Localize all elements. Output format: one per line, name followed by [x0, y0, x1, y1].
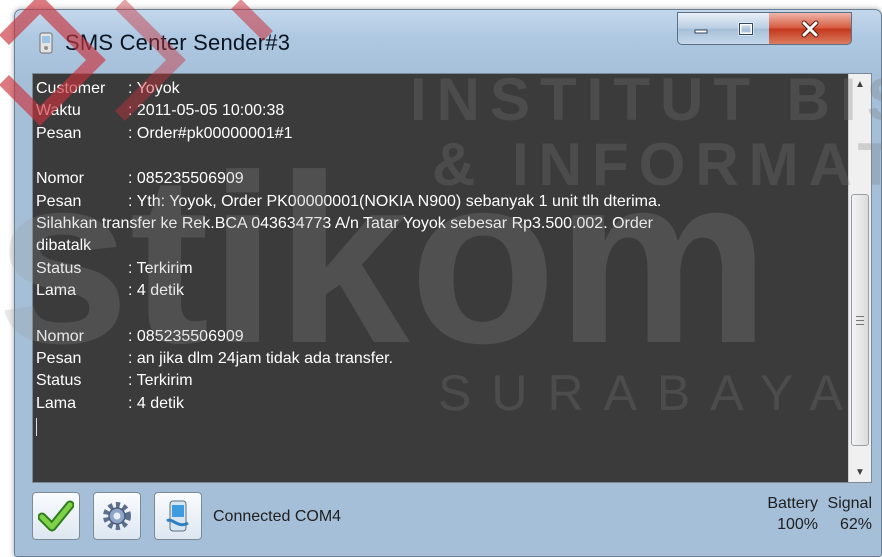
- minimize-icon: [694, 29, 708, 33]
- field-value: : 2011-05-05 10:00:38: [128, 102, 285, 120]
- scroll-thumb[interactable]: [851, 194, 869, 446]
- app-icon: [39, 32, 53, 54]
- grip-icon: [856, 315, 864, 325]
- app-window: SMS Center Sender#3 Customer : Yoyok Wakt…: [14, 9, 882, 557]
- field-value: : Yoyok: [128, 80, 180, 97]
- field-label: Pesan: [36, 124, 82, 142]
- field-value: : Terkirim: [128, 259, 193, 277]
- field-label: Status: [36, 372, 82, 390]
- field-value: : an jika dlm 24jam tidak ada transfer.: [128, 350, 394, 368]
- field-label: Pesan: [36, 192, 82, 210]
- message-log: Customer : Yoyok Waktu : 2011-05-05 10:00:…: [36, 78, 842, 437]
- gear-icon: [103, 502, 131, 530]
- log-line: Nomor : 085235506909: [36, 168, 842, 190]
- arrow-up-icon: ▲: [855, 78, 865, 90]
- message-log-area[interactable]: Customer : Yoyok Waktu : 2011-05-05 10:00:…: [32, 73, 872, 483]
- field-label: Nomor: [36, 170, 85, 188]
- connection-status: Connected COM4: [213, 508, 342, 525]
- phone-icon: [166, 500, 189, 532]
- log-line: Pesan : an jika dlm 24jam tidak ada trans…: [36, 348, 842, 370]
- text-caret: [36, 418, 37, 437]
- field-value: : 085235506909: [128, 327, 244, 345]
- log-line: Status : Terkirim: [36, 370, 842, 392]
- maximize-icon: [738, 22, 754, 35]
- field-label: Customer: [36, 80, 106, 97]
- field-label: Pesan: [36, 350, 82, 368]
- title-bar[interactable]: SMS Center Sender#3: [15, 10, 881, 68]
- phone-button[interactable]: [154, 492, 202, 540]
- log-line: Lama : 4 detik: [36, 280, 842, 302]
- log-line: Waktu : 2011-05-05 10:00:38: [36, 100, 842, 122]
- signal-value: 62%: [839, 516, 872, 533]
- log-line: Pesan : Order#pk00000001#1: [36, 123, 842, 145]
- scroll-up-button[interactable]: ▲: [849, 74, 871, 94]
- field-label: Lama: [36, 282, 77, 300]
- battery-value: 100%: [777, 516, 818, 533]
- field-value: : 4 detik: [128, 282, 185, 300]
- battery-label: Battery: [767, 495, 818, 512]
- field-label: Nomor: [36, 327, 85, 345]
- field-value: : Terkirim: [128, 372, 193, 390]
- log-line: Pesan : Yth: Yoyok, Order PK00000001(NOKI…: [36, 191, 842, 213]
- scroll-down-button[interactable]: ▼: [849, 462, 871, 482]
- signal-label: Signal: [827, 495, 872, 512]
- log-line: Status : Terkirim: [36, 258, 842, 280]
- vertical-scrollbar[interactable]: ▲ ▼: [848, 74, 871, 482]
- field-value: : Yth: Yoyok, Order PK00000001(NOKIA N90…: [128, 192, 662, 210]
- field-label: Status: [36, 259, 82, 277]
- log-line-wrapped: Silahkan transfer ke Rek.BCA 043634773 A…: [36, 215, 653, 233]
- field-value: : 4 detik: [128, 394, 185, 412]
- check-icon: [38, 500, 74, 532]
- status-bar: Connected COM4 Battery 100% Signal 62%: [32, 488, 872, 548]
- battery-meter: Battery 100%: [746, 493, 818, 535]
- signal-meter: Signal 62%: [822, 493, 872, 535]
- log-line: Customer : Yoyok: [36, 78, 842, 100]
- settings-button[interactable]: [93, 492, 141, 540]
- log-line-wrapped: dibatalk: [36, 237, 92, 255]
- window-title: SMS Center Sender#3: [65, 30, 291, 55]
- field-value: : Order#pk00000001#1: [128, 124, 293, 142]
- log-line: Lama : 4 detik: [36, 393, 842, 415]
- send-button[interactable]: [32, 492, 80, 540]
- field-label: Lama: [36, 394, 77, 412]
- minimize-button[interactable]: [677, 12, 725, 45]
- close-icon: [801, 20, 819, 37]
- arrow-down-icon: ▼: [855, 466, 865, 478]
- maximize-button[interactable]: [723, 12, 770, 45]
- field-label: Waktu: [36, 102, 81, 120]
- field-value: : 085235506909: [128, 170, 244, 188]
- close-button[interactable]: [769, 12, 852, 45]
- log-line: Nomor : 085235506909: [36, 326, 842, 348]
